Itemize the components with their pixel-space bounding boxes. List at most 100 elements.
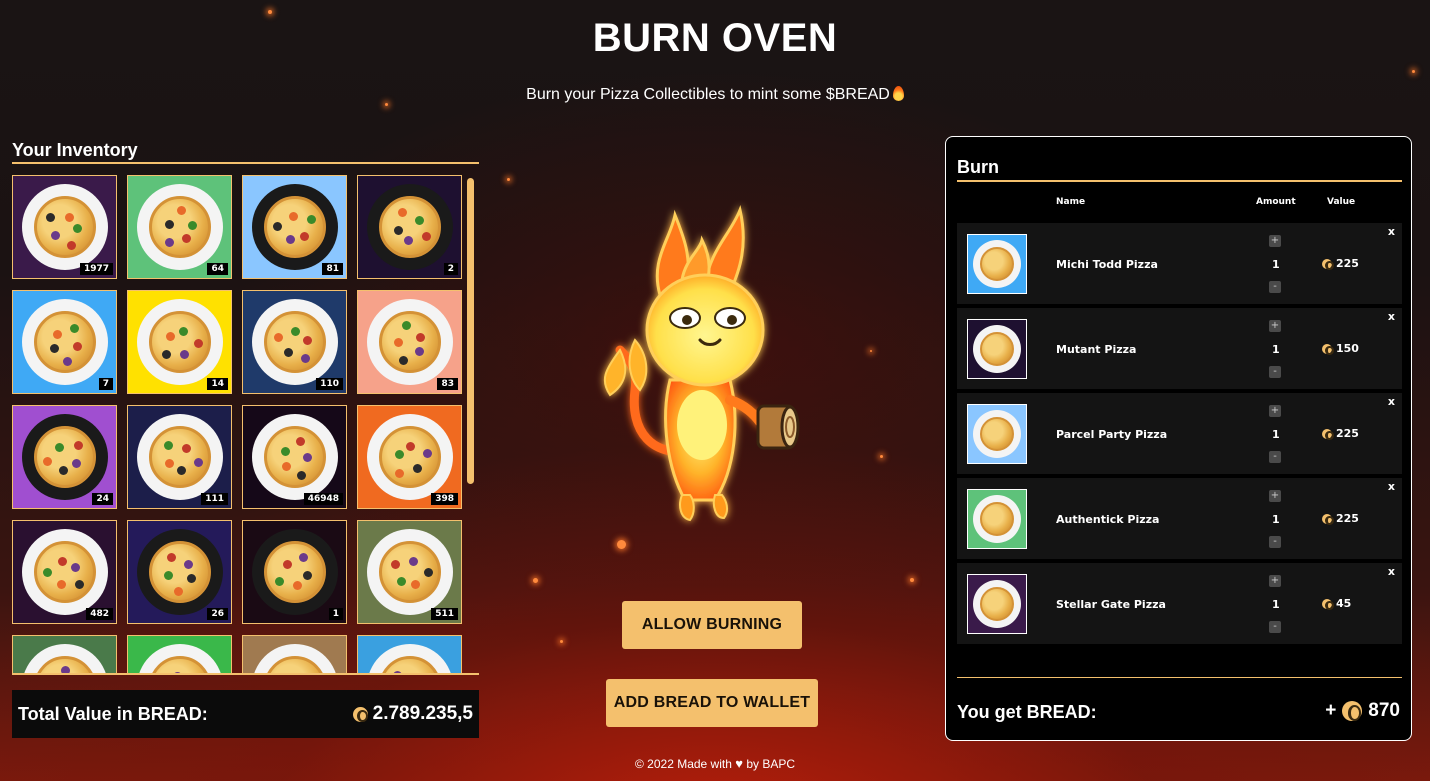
topping-graphic xyxy=(274,576,284,586)
add-bread-to-wallet-button[interactable]: ADD BREAD TO WALLET xyxy=(606,679,818,727)
inventory-item[interactable]: 64 xyxy=(127,175,232,279)
remove-item-button[interactable]: x xyxy=(1388,565,1395,578)
inventory-grid[interactable]: 1977 64 81 2 7 14 110 83 24 111 46948 398 482 26 1 511 xyxy=(12,175,467,673)
decrease-amount-button[interactable]: - xyxy=(1269,536,1281,548)
increase-amount-button[interactable]: + xyxy=(1269,235,1281,247)
burn-item-value: 225 xyxy=(1322,427,1359,441)
topping-graphic xyxy=(299,232,309,242)
page-title: BURN OVEN xyxy=(592,16,838,60)
item-count-badge: 64 xyxy=(207,263,228,275)
inventory-item[interactable]: 1 xyxy=(242,520,347,624)
burn-item-value: 225 xyxy=(1322,512,1359,526)
inventory-item[interactable]: 46948 xyxy=(242,405,347,509)
topping-graphic xyxy=(281,461,291,471)
increase-amount-button[interactable]: + xyxy=(1269,320,1281,332)
burn-item-value: 225 xyxy=(1322,257,1359,271)
burn-item-name: Authentick Pizza xyxy=(1056,513,1160,526)
inventory-item[interactable]: 83 xyxy=(357,290,462,394)
bread-coin-icon xyxy=(1322,428,1334,441)
bread-coin-icon xyxy=(1322,258,1334,271)
item-count-badge: 2 xyxy=(443,263,458,275)
decrease-amount-button[interactable]: - xyxy=(1269,451,1281,463)
topping-graphic xyxy=(415,346,425,356)
inventory-item[interactable]: 1977 xyxy=(12,175,117,279)
increase-amount-button[interactable]: + xyxy=(1269,575,1281,587)
you-get-amount: 870 xyxy=(1368,700,1400,721)
item-count-badge: 111 xyxy=(201,493,228,505)
inventory-item[interactable]: 26 xyxy=(127,520,232,624)
burn-row: Parcel Party Pizza +1 - 225 x xyxy=(957,393,1402,474)
increase-amount-button[interactable]: + xyxy=(1269,405,1281,417)
decrease-amount-button[interactable]: - xyxy=(1269,621,1281,633)
topping-graphic xyxy=(164,237,174,247)
inventory-item[interactable] xyxy=(127,635,232,673)
inventory-scrollbar[interactable] xyxy=(467,178,474,484)
remove-item-button[interactable]: x xyxy=(1388,310,1395,323)
item-count-badge: 1977 xyxy=(79,263,113,275)
topping-graphic xyxy=(410,580,420,590)
inventory-item[interactable]: 398 xyxy=(357,405,462,509)
topping-graphic xyxy=(288,212,298,222)
column-header-value: Value xyxy=(1327,197,1356,207)
topping-graphic xyxy=(396,576,406,586)
burn-row: Stellar Gate Pizza +1 - 45 x xyxy=(957,563,1402,644)
remove-item-button[interactable]: x xyxy=(1388,480,1395,493)
allow-burning-button[interactable]: ALLOW BURNING xyxy=(622,601,802,649)
inventory-item[interactable]: 7 xyxy=(12,290,117,394)
you-get-value: + 870 xyxy=(1325,700,1400,722)
inventory-item[interactable]: 111 xyxy=(127,405,232,509)
inventory-item[interactable] xyxy=(242,635,347,673)
pizza-graphic xyxy=(33,196,96,258)
topping-graphic xyxy=(302,571,312,581)
burn-item-amount: 1 xyxy=(1272,258,1280,271)
topping-graphic xyxy=(306,215,316,225)
topping-graphic xyxy=(394,337,404,347)
inventory-item[interactable]: 2 xyxy=(357,175,462,279)
inventory-item[interactable]: 511 xyxy=(357,520,462,624)
remove-item-button[interactable]: x xyxy=(1388,395,1395,408)
item-count-badge: 7 xyxy=(98,378,113,390)
item-count-badge: 83 xyxy=(437,378,458,390)
inventory-item[interactable]: 24 xyxy=(12,405,117,509)
topping-graphic xyxy=(395,468,405,478)
decrease-amount-button[interactable]: - xyxy=(1269,281,1281,293)
decrease-amount-button[interactable]: - xyxy=(1269,366,1281,378)
burn-title: Burn xyxy=(957,157,999,177)
topping-graphic xyxy=(390,559,400,569)
topping-graphic xyxy=(173,586,183,596)
increase-amount-button[interactable]: + xyxy=(1269,490,1281,502)
ember xyxy=(268,10,272,14)
topping-graphic xyxy=(71,562,81,572)
topping-graphic xyxy=(423,448,433,458)
pizza-graphic xyxy=(378,311,441,373)
inventory-item[interactable] xyxy=(357,635,462,673)
inventory-item[interactable]: 14 xyxy=(127,290,232,394)
item-count-badge: 46948 xyxy=(303,493,343,505)
total-value-amount: 2.789.235,5 xyxy=(372,703,473,724)
inventory-title: Your Inventory xyxy=(12,140,138,160)
inventory-bottom-divider xyxy=(12,673,479,675)
topping-graphic xyxy=(286,234,295,244)
item-count-badge: 110 xyxy=(316,378,343,390)
heart-icon: ♥ xyxy=(735,756,743,771)
inventory-item[interactable] xyxy=(12,635,117,673)
burn-row: Mutant Pizza +1 - 150 x xyxy=(957,308,1402,389)
inventory-item[interactable]: 81 xyxy=(242,175,347,279)
topping-graphic xyxy=(186,574,196,584)
total-value: 2.789.235,5 xyxy=(352,703,473,725)
topping-graphic xyxy=(394,225,404,235)
item-count-badge: 1 xyxy=(328,608,343,620)
item-count-badge: 511 xyxy=(431,608,458,620)
inventory-item[interactable]: 110 xyxy=(242,290,347,394)
topping-graphic xyxy=(193,457,203,467)
inventory-item[interactable]: 482 xyxy=(12,520,117,624)
you-get-prefix: + xyxy=(1325,700,1337,721)
topping-graphic xyxy=(62,356,72,366)
topping-graphic xyxy=(274,332,284,342)
item-count-badge: 81 xyxy=(322,263,343,275)
topping-graphic xyxy=(163,440,173,450)
topping-graphic xyxy=(394,450,404,460)
burn-item-name: Mutant Pizza xyxy=(1056,343,1137,356)
pizza-graphic xyxy=(980,332,1014,366)
remove-item-button[interactable]: x xyxy=(1388,225,1395,238)
